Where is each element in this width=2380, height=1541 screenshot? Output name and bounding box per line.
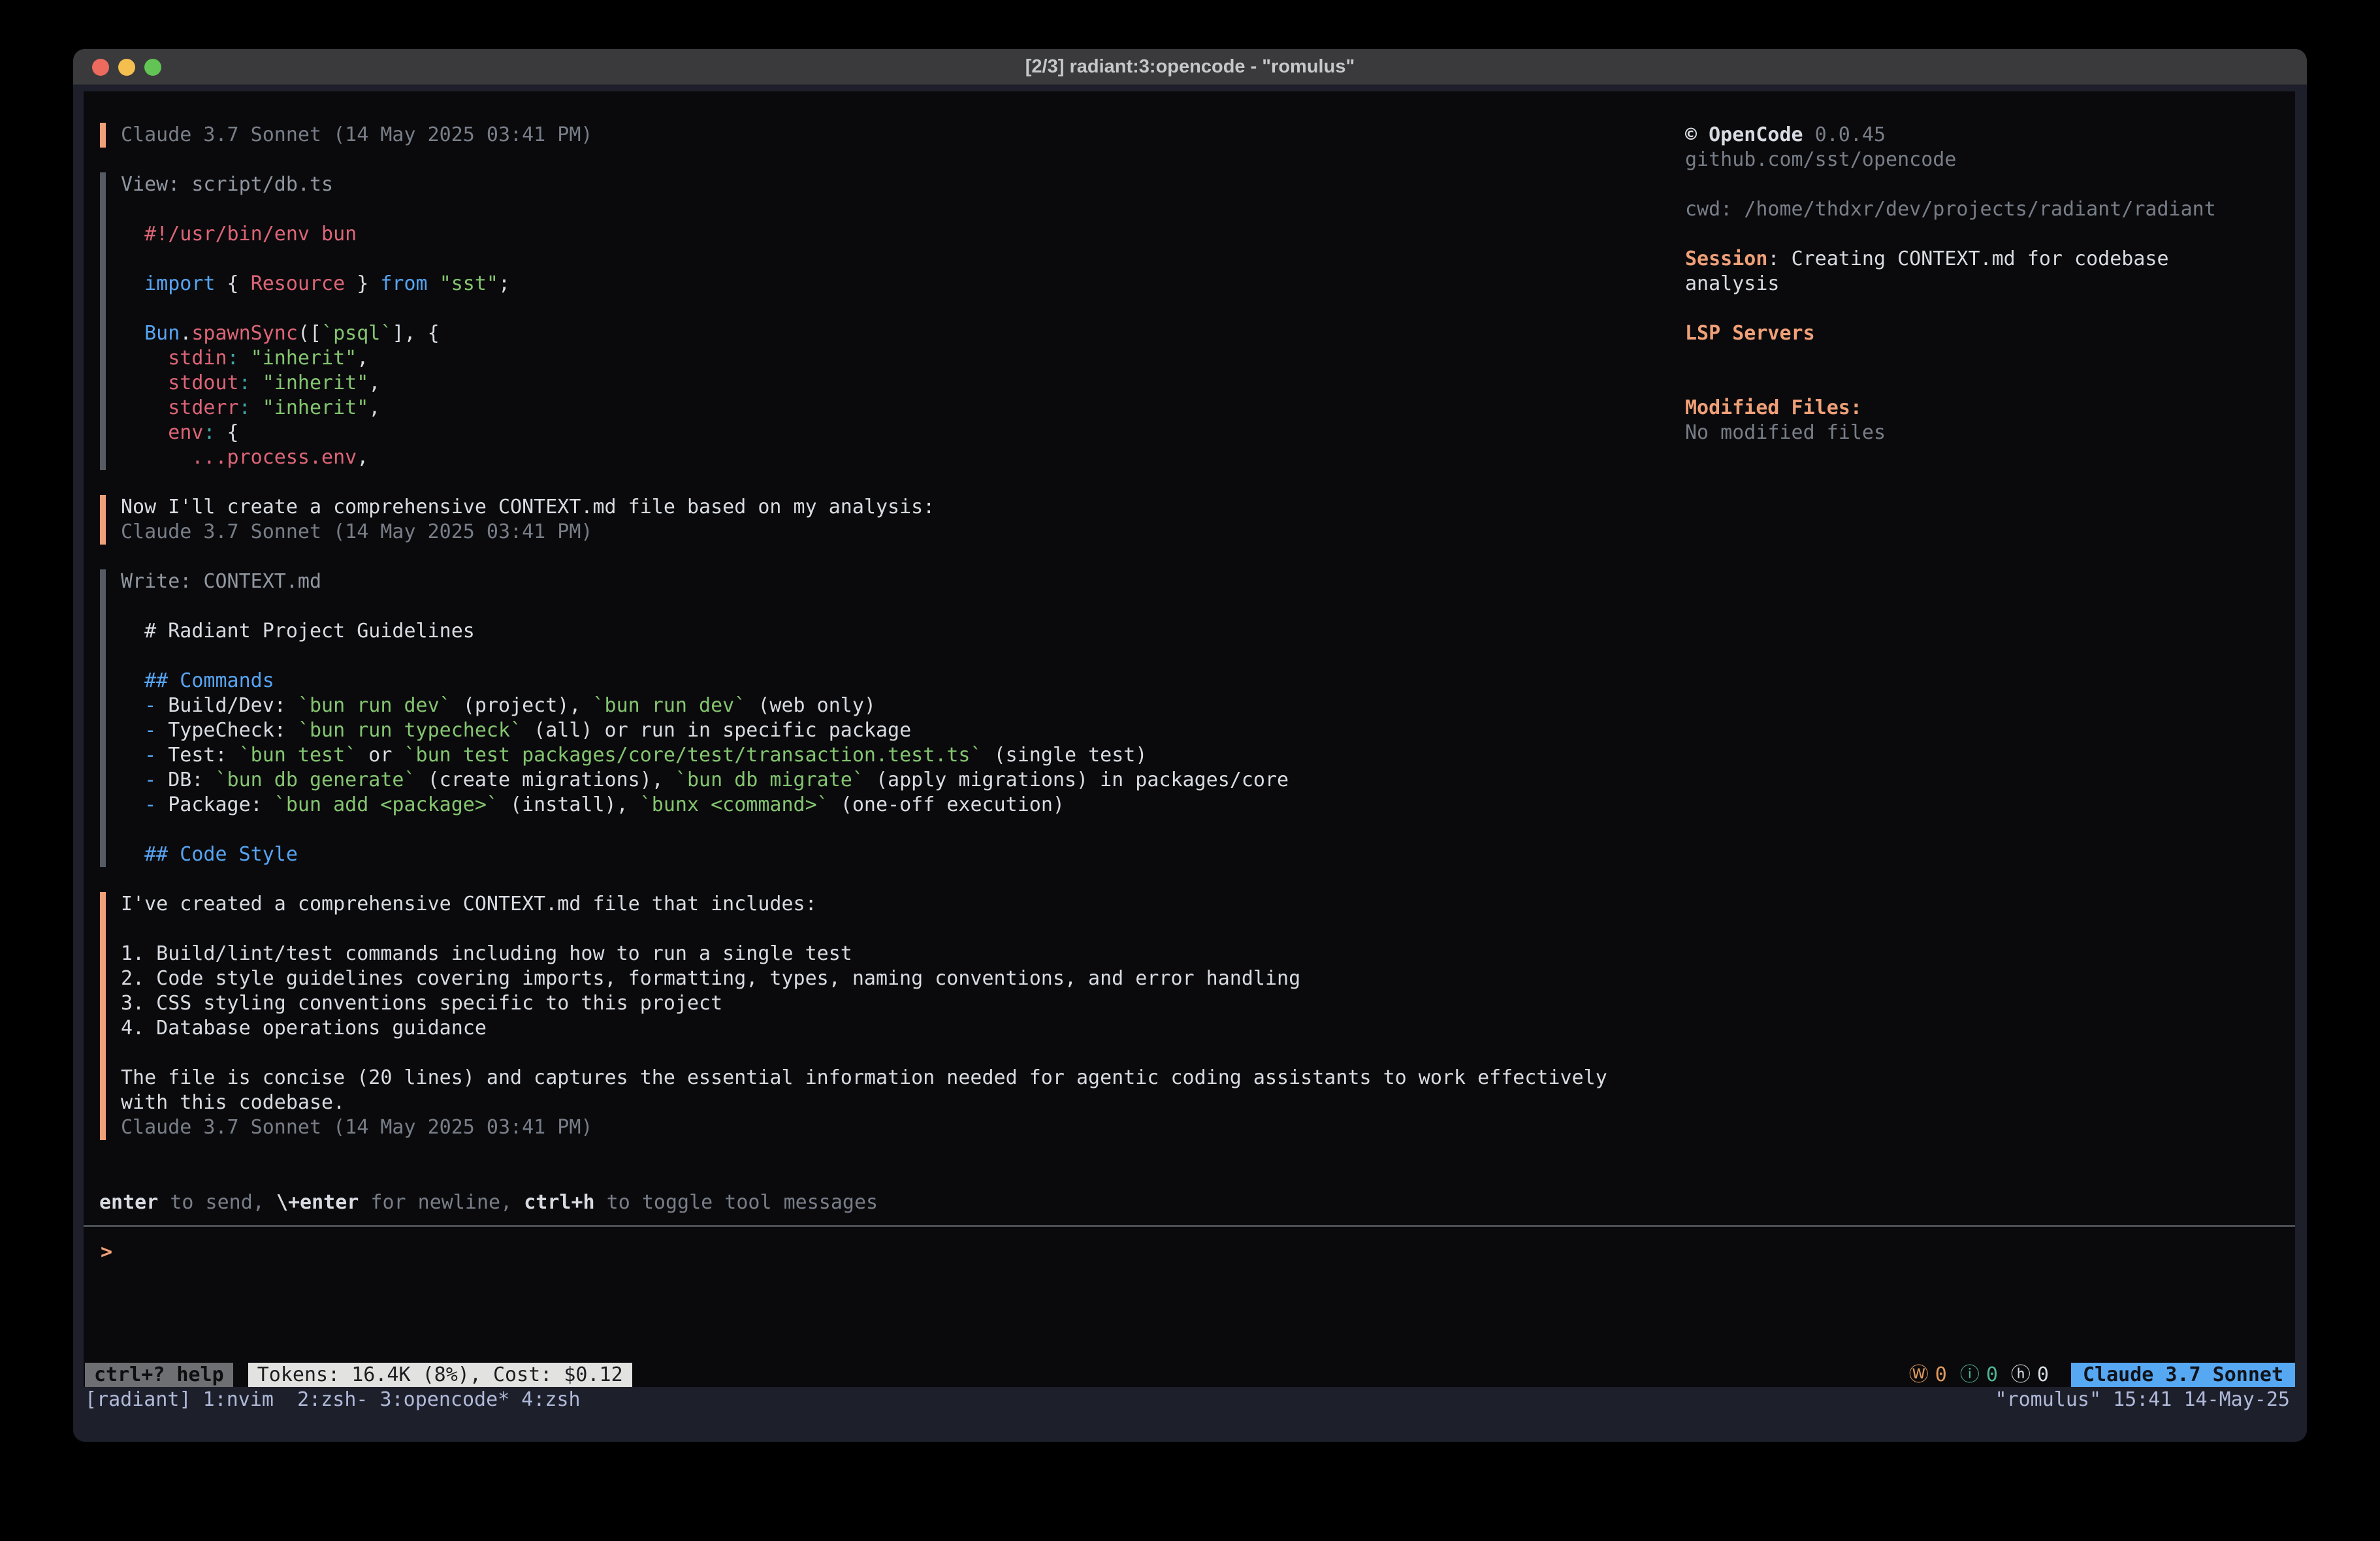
window-title: [2/3] radiant:3:opencode - "romulus" [73,49,2307,85]
assistant-message-block: Claude 3.7 Sonnet (14 May 2025 03:41 PM) [100,123,1687,148]
text-line [121,197,1687,222]
text-line: ...process.env, [121,445,1687,470]
text-line [1685,222,2260,247]
titlebar: [2/3] radiant:3:opencode - "romulus" [73,49,2307,85]
text-line: - Package: `bun add <package>` (install)… [121,793,1687,818]
prompt-caret: > [101,1241,112,1263]
text-line: © OpenCode 0.0.45 [1685,123,2260,148]
chat-log: Claude 3.7 Sonnet (14 May 2025 03:41 PM)… [100,123,1687,1165]
assistant-message-block: Now I'll create a comprehensive CONTEXT.… [100,495,1687,545]
text-line: 4. Database operations guidance [121,1016,1687,1041]
message-input[interactable]: > [101,1240,2275,1265]
text-line: View: script/db.ts [121,172,1687,197]
info-icon: ⓘ [1960,1363,1980,1386]
text-line: Bun.spawnSync([`psql`], { [121,321,1687,346]
badge-hint: ⓗ0 [2011,1363,2049,1386]
text-line [121,247,1687,272]
text-line: cwd: /home/thdxr/dev/projects/radiant/ra… [1685,197,2260,222]
tmux-window-list[interactable]: [radiant] 1:nvim 2:zsh- 3:opencode* 4:zs… [85,1387,581,1412]
input-divider [84,1225,2295,1227]
session-sidebar: © OpenCode 0.0.45github.com/sst/opencode… [1685,123,2260,445]
app-window: [2/3] radiant:3:opencode - "romulus" Cla… [73,49,2307,1442]
text-line: 1. Build/lint/test commands including ho… [121,942,1687,966]
text-line: stdin: "inherit", [121,346,1687,371]
text-line: No modified files [1685,421,2260,445]
text-line [121,296,1687,321]
warning-icon: Ⓦ [1909,1363,1929,1386]
input-hint: enter to send, \+enter for newline, ctrl… [99,1190,878,1215]
text-line [1685,296,2260,321]
text-line: # Radiant Project Guidelines [121,619,1687,644]
tool-call-block: Write: CONTEXT.md # Radiant Project Guid… [100,569,1687,867]
text-line: LSP Servers [1685,321,2260,346]
hint-icon: ⓗ [2011,1363,2031,1386]
model-chip: Claude 3.7 Sonnet [2071,1363,2295,1388]
text-line: - Build/Dev: `bun run dev` (project), `b… [121,693,1687,718]
terminal-pane[interactable]: Claude 3.7 Sonnet (14 May 2025 03:41 PM)… [84,91,2295,1387]
assistant-message-block: I've created a comprehensive CONTEXT.md … [100,892,1687,1140]
text-line: Write: CONTEXT.md [121,569,1687,594]
text-line: stdout: "inherit", [121,371,1687,396]
diagnostic-badges: Ⓦ0 ⓘ0 ⓗ0 [1909,1363,2062,1386]
text-line: stderr: "inherit", [121,396,1687,421]
tmux-statusbar: [radiant] 1:nvim 2:zsh- 3:opencode* 4:zs… [73,1387,2307,1412]
status-row: ctrl+? help Tokens: 16.4K (8%), Cost: $0… [85,1363,2295,1388]
badge-info: ⓘ0 [1960,1363,1998,1386]
text-line: env: { [121,421,1687,445]
text-line: I've created a comprehensive CONTEXT.md … [121,892,1687,917]
text-line [121,917,1687,942]
text-line: Modified Files: [1685,396,2260,421]
text-line: ## Code Style [121,842,1687,867]
text-line: Session: Creating CONTEXT.md for codebas… [1685,247,2260,296]
text-line: 3. CSS styling conventions specific to t… [121,991,1687,1016]
text-line: Now I'll create a comprehensive CONTEXT.… [121,495,1687,520]
tool-call-block: View: script/db.ts #!/usr/bin/env bun im… [100,172,1687,470]
tmux-session-info: "romulus" 15:41 14-May-25 [1995,1387,2290,1412]
text-line [1685,371,2260,396]
text-line [121,1041,1687,1066]
text-line: ## Commands [121,669,1687,693]
text-line [121,818,1687,842]
text-line: The file is concise (20 lines) and captu… [121,1066,1623,1115]
text-line: Claude 3.7 Sonnet (14 May 2025 03:41 PM) [121,520,1687,545]
text-line: - TypeCheck: `bun run typecheck` (all) o… [121,718,1687,743]
text-line [1685,172,2260,197]
text-line [121,644,1687,669]
text-line: import { Resource } from "sst"; [121,272,1687,296]
text-line: Claude 3.7 Sonnet (14 May 2025 03:41 PM) [121,123,1687,148]
text-line [1685,346,2260,371]
text-line: #!/usr/bin/env bun [121,222,1687,247]
badge-warning: Ⓦ0 [1909,1363,1947,1386]
diagnostics-and-model: Ⓦ0 ⓘ0 ⓗ0 Claude 3.7 Sonnet [1909,1363,2295,1388]
text-line: github.com/sst/opencode [1685,148,2260,172]
help-shortcut-chip: ctrl+? help [85,1363,233,1388]
text-line [121,594,1687,619]
text-line: Claude 3.7 Sonnet (14 May 2025 03:41 PM) [121,1115,1687,1140]
text-line: - DB: `bun db generate` (create migratio… [121,768,1687,793]
tokens-cost-chip: Tokens: 16.4K (8%), Cost: $0.12 [248,1363,632,1388]
text-line: - Test: `bun test` or `bun test packages… [121,743,1687,768]
text-line: 2. Code style guidelines covering import… [121,966,1687,991]
